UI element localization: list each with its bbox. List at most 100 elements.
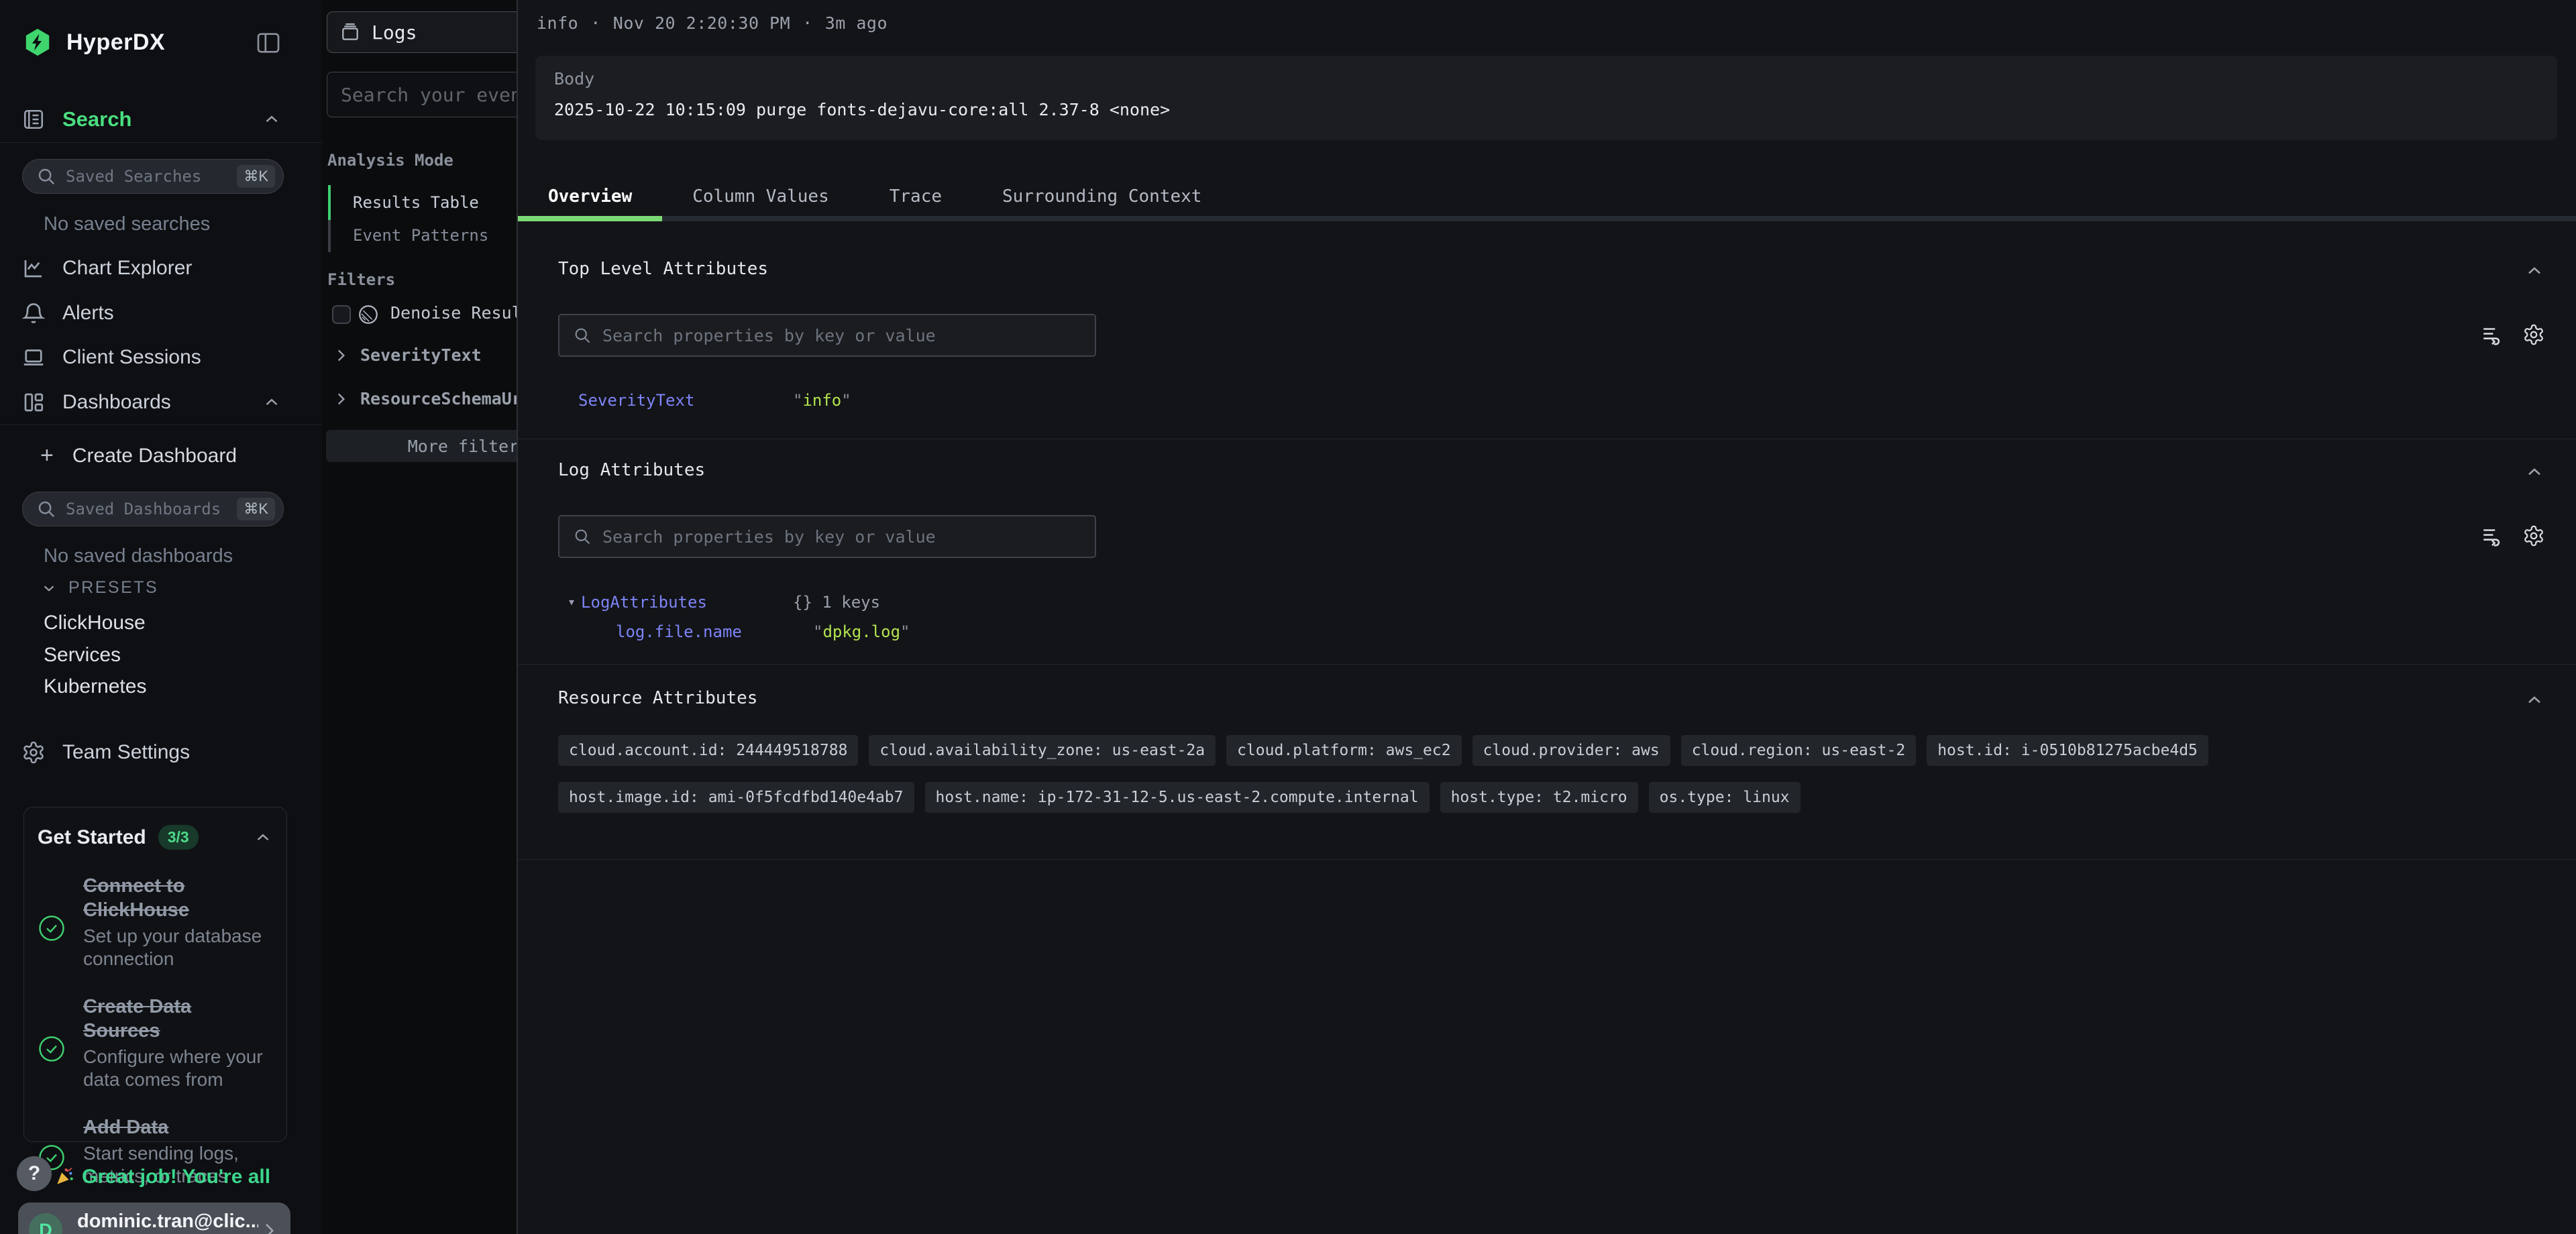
sidebar-item-kubernetes[interactable]: Kubernetes bbox=[44, 675, 146, 698]
search-icon bbox=[573, 527, 592, 546]
collapse-section-icon[interactable] bbox=[2524, 461, 2545, 483]
resource-badge[interactable]: cloud.availability_zone: us-east-2a bbox=[869, 735, 1216, 766]
tabs-underline-track bbox=[518, 216, 2576, 221]
sidebar-item-search[interactable]: Search bbox=[21, 106, 301, 133]
resource-badge[interactable]: cloud.provider: aws bbox=[1472, 735, 1670, 766]
resource-badge[interactable]: host.type: t2.micro bbox=[1440, 782, 1638, 813]
section-actions bbox=[2481, 524, 2545, 547]
help-button[interactable]: ? bbox=[17, 1156, 52, 1191]
get-started-header[interactable]: Get Started 3/3 bbox=[38, 825, 273, 850]
filter-group-severitytext[interactable]: SeverityText bbox=[332, 345, 482, 365]
drawer-tabs: OverviewColumn ValuesTraceSurrounding Co… bbox=[518, 177, 2576, 221]
resource-badge[interactable]: host.name: ip-172-31-12-5.us-east-2.comp… bbox=[925, 782, 1430, 813]
get-started-card: Get Started 3/3 Connect to ClickHouse Se… bbox=[23, 807, 287, 1142]
app-window: HyperDX Search Saved Searches ⌘K No save… bbox=[0, 0, 2576, 1234]
chevron-up-icon[interactable] bbox=[262, 109, 282, 129]
log-attributes-search-input[interactable]: Search properties by key or value bbox=[558, 515, 1096, 558]
search-panel: Logs Search your events Analysis Mode Re… bbox=[322, 0, 517, 1234]
mode-option-event-patterns[interactable]: Event Patterns bbox=[353, 226, 488, 245]
saved-searches-input[interactable]: Saved Searches ⌘K bbox=[22, 159, 284, 194]
team-settings-label: Team Settings bbox=[62, 741, 190, 764]
more-filters-button[interactable]: More filters bbox=[326, 430, 517, 462]
resource-badge[interactable]: host.id: i-0510b81275acbe4d5 bbox=[1927, 735, 2208, 766]
attribute-row: log.file.name bbox=[616, 622, 742, 641]
resource-badge[interactable]: cloud.region: us-east-2 bbox=[1681, 735, 1917, 766]
get-started-item-title: Create Data Sources bbox=[83, 995, 273, 1043]
sidebar-item-dashboards[interactable]: Dashboards bbox=[21, 388, 301, 417]
chart-icon bbox=[21, 256, 46, 280]
app-title: HyperDX bbox=[66, 30, 165, 56]
create-dashboard-button[interactable]: + Create Dashboard bbox=[40, 443, 237, 469]
filter-group-label: ResourceSchemaUrl bbox=[360, 389, 517, 408]
denoise-checkbox[interactable] bbox=[332, 305, 351, 324]
party-popper-icon bbox=[54, 1166, 75, 1188]
sidebar-item-alerts[interactable]: Alerts bbox=[21, 298, 301, 328]
section-actions bbox=[2481, 323, 2545, 346]
attribute-tree-row[interactable]: ▾LogAttributes bbox=[568, 593, 707, 612]
source-select[interactable]: Logs bbox=[327, 11, 517, 53]
tab-column-values[interactable]: Column Values bbox=[662, 177, 859, 216]
resource-badge[interactable]: cloud.account.id: 244449518788 bbox=[558, 735, 858, 766]
filter-group-resourceschemaurl[interactable]: ResourceSchemaUrl bbox=[332, 389, 517, 408]
gear-icon[interactable] bbox=[2522, 323, 2545, 346]
event-detail-drawer: info·Nov 20 2:20:30 PM·3m ago Body 2025-… bbox=[517, 0, 2576, 1234]
event-search-placeholder: Search your events bbox=[341, 84, 517, 106]
presets-label: PRESETS bbox=[68, 578, 158, 598]
collapse-section-icon[interactable] bbox=[2524, 260, 2545, 282]
tab-overview[interactable]: Overview bbox=[518, 177, 662, 216]
sidebar-item-chart-explorer[interactable]: Chart Explorer bbox=[21, 254, 301, 283]
event-relative-time: 3m ago bbox=[825, 13, 888, 33]
denoise-label[interactable]: Denoise Results bbox=[390, 303, 517, 323]
search-icon bbox=[36, 499, 56, 519]
sidebar-item-client-sessions[interactable]: Client Sessions bbox=[21, 343, 301, 372]
saved-dashboards-input[interactable]: Saved Dashboards ⌘K bbox=[22, 492, 284, 526]
resource-badge[interactable]: cloud.platform: aws_ec2 bbox=[1226, 735, 1462, 766]
collapse-section-icon[interactable] bbox=[2524, 689, 2545, 711]
laptop-icon bbox=[21, 345, 46, 370]
sidebar-item-label: Chart Explorer bbox=[62, 257, 192, 280]
check-circle-icon bbox=[38, 1007, 66, 1091]
search-icon bbox=[573, 326, 592, 345]
tab-trace[interactable]: Trace bbox=[859, 177, 972, 216]
get-started-item-title: Add Data bbox=[83, 1115, 273, 1139]
sidebar-item-label: Client Sessions bbox=[62, 346, 201, 369]
resource-badge[interactable]: os.type: linux bbox=[1649, 782, 1801, 813]
wrap-lines-icon[interactable] bbox=[2481, 323, 2504, 346]
collapse-sidebar-icon[interactable] bbox=[255, 30, 282, 56]
chevron-right-icon bbox=[258, 1220, 280, 1234]
filters-label: Filters bbox=[327, 270, 395, 289]
attribute-row: SeverityText bbox=[578, 391, 694, 410]
shortcut-badge: ⌘K bbox=[237, 165, 275, 188]
gear-icon[interactable] bbox=[2522, 524, 2545, 547]
resource-badge[interactable]: host.image.id: ami-0f5fcdfbd140e4ab7 bbox=[558, 782, 914, 813]
sidebar-item-clickhouse[interactable]: ClickHouse bbox=[44, 612, 146, 634]
sidebar: HyperDX Search Saved Searches ⌘K No save… bbox=[0, 0, 323, 1234]
sidebar-item-services[interactable]: Services bbox=[44, 644, 121, 667]
divider bbox=[518, 859, 2576, 860]
tab-surrounding-context[interactable]: Surrounding Context bbox=[972, 177, 1232, 216]
attribute-value[interactable]: "info" bbox=[793, 391, 851, 410]
sidebar-item-team-settings[interactable]: Team Settings bbox=[21, 738, 301, 767]
tree-caret-icon[interactable]: ▾ bbox=[568, 594, 576, 610]
event-search-input[interactable]: Search your events bbox=[327, 72, 517, 117]
attribute-key[interactable]: SeverityText bbox=[578, 391, 694, 410]
get-started-item[interactable]: Connect to ClickHouse Set up your databa… bbox=[38, 874, 273, 970]
chevron-up-icon[interactable] bbox=[253, 828, 273, 848]
top-level-search-input[interactable]: Search properties by key or value bbox=[558, 314, 1096, 357]
chevron-up-icon[interactable] bbox=[262, 392, 282, 412]
bell-icon bbox=[21, 301, 46, 325]
attribute-value[interactable]: "dpkg.log" bbox=[813, 622, 910, 641]
mode-option-results-table[interactable]: Results Table bbox=[353, 193, 479, 212]
presets-toggle[interactable]: PRESETS bbox=[40, 578, 158, 598]
hyperdx-logo-icon bbox=[22, 27, 53, 58]
wrap-lines-icon[interactable] bbox=[2481, 524, 2504, 547]
chevron-down-icon bbox=[40, 579, 58, 597]
source-select-value: Logs bbox=[372, 21, 417, 44]
user-account-button[interactable]: D dominic.tran@clic... dominic.tran@clic… bbox=[18, 1202, 290, 1234]
check-circle-icon bbox=[38, 886, 66, 970]
severity-text: info bbox=[537, 13, 578, 33]
attribute-key[interactable]: log.file.name bbox=[616, 622, 742, 641]
body-value: 2025-10-22 10:15:09 purge fonts-dejavu-c… bbox=[554, 100, 1170, 119]
get-started-item[interactable]: Create Data Sources Configure where your… bbox=[38, 995, 273, 1091]
sidebar-item-label: Dashboards bbox=[62, 391, 171, 414]
